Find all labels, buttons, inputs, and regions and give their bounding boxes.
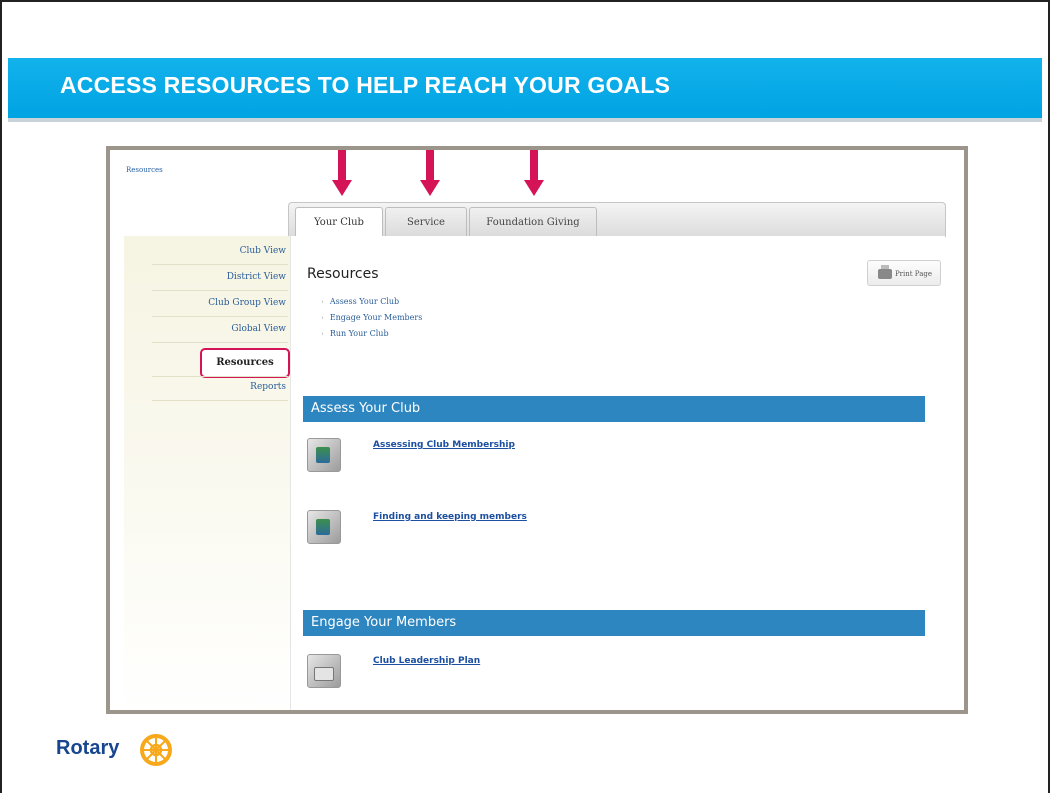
tab-service[interactable]: Service xyxy=(385,207,467,238)
resource-links: › Assess Your Club › Engage Your Members ›… xyxy=(321,294,422,342)
tab-your-club[interactable]: Your Club xyxy=(295,207,383,239)
link-run-your-club[interactable]: › Run Your Club xyxy=(321,326,422,342)
tab-bar: Your Club Service Foundation Giving xyxy=(288,202,946,239)
resources-heading: Resources xyxy=(307,266,379,282)
rotary-wordmark: Rotary xyxy=(56,737,120,759)
link-finding-and-keeping-members[interactable]: Finding and keeping members xyxy=(373,512,527,522)
breadcrumb[interactable]: Resources xyxy=(126,166,163,174)
rotary-wheel-icon xyxy=(140,734,172,766)
print-page-button[interactable]: Print Page xyxy=(867,260,941,286)
print-label: Print Page xyxy=(894,270,932,278)
sidebar: Club View District View Club Group View … xyxy=(124,236,297,710)
sidebar-item-club-view[interactable]: Club View xyxy=(240,246,286,256)
sidebar-item-district-view[interactable]: District View xyxy=(227,272,286,282)
pointer-arrow-icon xyxy=(420,150,440,202)
link-club-leadership-plan[interactable]: Club Leadership Plan xyxy=(373,656,480,666)
sidebar-item-club-group-view[interactable]: Club Group View xyxy=(208,298,286,308)
link-assessing-club-membership[interactable]: Assessing Club Membership xyxy=(373,440,515,450)
website-screenshot: Resources Your Club Service Foundation G… xyxy=(106,146,968,714)
slide-title: ACCESS RESOURCES TO HELP REACH YOUR GOAL… xyxy=(60,72,671,98)
banner-divider xyxy=(8,118,1042,122)
document-icon xyxy=(307,654,341,688)
link-engage-your-members[interactable]: › Engage Your Members xyxy=(321,310,422,326)
sidebar-item-resources[interactable]: Resources xyxy=(200,348,290,378)
section-header-engage: Engage Your Members xyxy=(303,610,925,636)
pointer-arrow-icon xyxy=(524,150,544,202)
link-assess-your-club[interactable]: › Assess Your Club xyxy=(321,294,422,310)
printer-icon xyxy=(878,265,892,279)
presentation-icon xyxy=(307,510,341,544)
section-header-assess: Assess Your Club xyxy=(303,396,925,422)
sidebar-item-global-view[interactable]: Global View xyxy=(231,324,286,334)
main-content: Print Page Resources › Assess Your Club ›… xyxy=(290,236,945,710)
tab-foundation-giving[interactable]: Foundation Giving xyxy=(469,207,597,238)
sidebar-item-reports[interactable]: Reports xyxy=(250,382,286,392)
pointer-arrow-icon xyxy=(332,150,352,202)
presentation-icon xyxy=(307,438,341,472)
